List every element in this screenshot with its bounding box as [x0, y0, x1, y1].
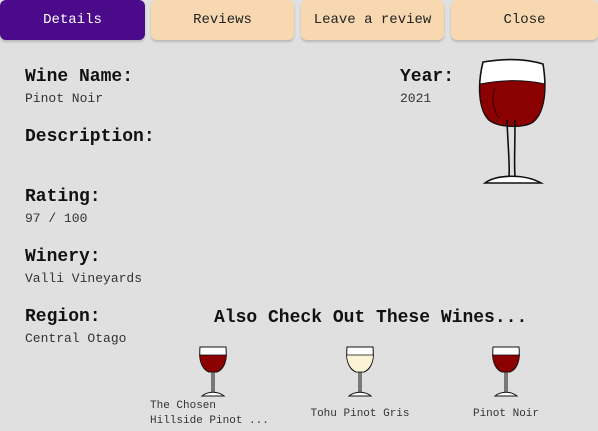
- rating-label: Rating:: [25, 187, 101, 207]
- red-wine-glass-icon: [198, 346, 227, 397]
- recommendations-title: Also Check Out These Wines...: [214, 308, 528, 328]
- recommendation-item[interactable]: Tohu Pinot Gris: [300, 345, 420, 422]
- wine-name-label: Wine Name:: [25, 67, 134, 87]
- tab-details[interactable]: Details: [0, 0, 145, 40]
- red-wine-glass-icon: [492, 346, 520, 397]
- tab-reviews[interactable]: Reviews: [151, 0, 294, 40]
- wine-name-value: Pinot Noir: [25, 91, 104, 106]
- close-button[interactable]: Close: [451, 0, 598, 40]
- recommendation-name: Tohu Pinot Gris: [310, 408, 410, 420]
- region-label: Region:: [25, 307, 101, 327]
- recommendation-name: The Chosen Hillside Pinot ...: [150, 400, 269, 427]
- recommendation-item[interactable]: The Chosen Hillside Pinot ...: [150, 345, 275, 429]
- winery-value: Valli Vineyards: [25, 271, 143, 286]
- tab-leave-a-review[interactable]: Leave a review: [301, 0, 444, 40]
- tab-bar: Details Reviews Leave a review Close: [0, 0, 598, 42]
- winery-label: Winery:: [25, 247, 101, 267]
- rating-value: 97 / 100: [25, 211, 88, 226]
- region-value: Central Otago: [25, 331, 127, 346]
- year-label: Year:: [400, 67, 455, 87]
- recommendation-item[interactable]: Pinot Noir: [466, 345, 546, 422]
- recommendation-name: Pinot Noir: [472, 408, 539, 420]
- description-label: Description:: [25, 127, 155, 147]
- white-wine-glass-icon: [346, 346, 374, 397]
- red-wine-glass-icon: [477, 58, 547, 186]
- year-value: 2021: [400, 91, 432, 106]
